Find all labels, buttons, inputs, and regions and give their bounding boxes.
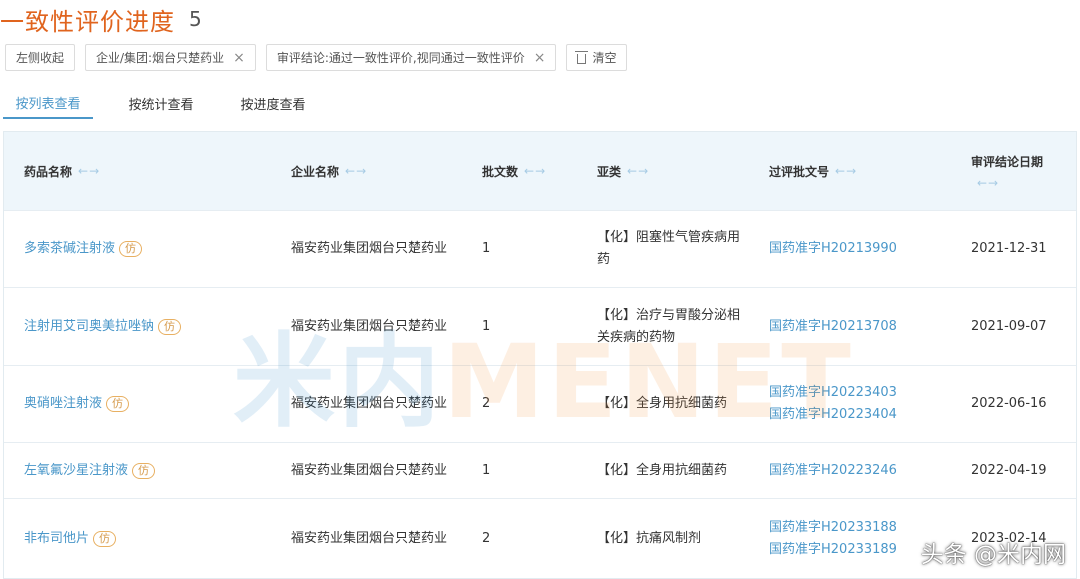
clear-filters-button[interactable]: 清空 <box>566 44 628 71</box>
table-row: 左氧氟沙星注射液 仿 福安药业集团烟台只楚药业 1 【化】全身用抗细菌药 国药准… <box>4 442 1076 498</box>
approval-number-link[interactable]: 国药准字H20223403 <box>769 382 897 404</box>
subclass-cell: 【化】阻塞性气管疾病用药 <box>597 211 747 287</box>
drug-name[interactable]: 非布司他片 <box>24 528 89 550</box>
approval-cell: 国药准字H20223246 <box>769 443 897 498</box>
drug-name[interactable]: 注射用艾司奥美拉唑钠 <box>24 316 154 338</box>
sort-arrows-icon[interactable]: ←→ <box>627 164 649 178</box>
subclass-text: 【化】治疗与胃酸分泌相关疾病的药物 <box>597 307 741 345</box>
result-count: 5 <box>189 7 202 31</box>
collapse-sidebar-label: 左侧收起 <box>16 51 65 65</box>
approval-cell: 国药准字H20223403 国药准字H20223404 <box>769 366 897 442</box>
subclass-text: 【化】抗痛风制剂 <box>597 530 702 546</box>
subclass-cell: 【化】抗痛风制剂 <box>597 499 747 578</box>
column-header-drug[interactable]: 药品名称 ←→ <box>24 132 100 210</box>
count-cell: 2 <box>482 396 491 411</box>
tab-progress-view[interactable]: 按进度查看 <box>230 87 316 119</box>
column-header-label: 企业名称 <box>291 164 340 179</box>
close-icon[interactable]: × <box>534 51 546 65</box>
sort-arrows-icon[interactable]: ←→ <box>78 164 100 178</box>
approval-number-link[interactable]: 国药准字H20223246 <box>769 460 897 482</box>
approval-cell: 国药准字H20213708 <box>769 288 897 365</box>
approval-cell: 国药准字H20213990 <box>769 211 897 287</box>
drug-name-link[interactable]: 左氧氟沙星注射液 仿 <box>24 443 156 498</box>
subclass-text: 【化】全身用抗细菌药 <box>597 462 728 478</box>
trash-icon <box>575 50 589 64</box>
subclass-text: 【化】阻塞性气管疾病用药 <box>597 230 741 267</box>
count-cell: 2 <box>482 530 491 546</box>
column-header-count[interactable]: 批文数 ←→ <box>482 132 546 210</box>
subclass-cell: 【化】全身用抗细菌药 <box>597 443 747 498</box>
subclass-cell: 【化】治疗与胃酸分泌相关疾病的药物 <box>597 288 747 365</box>
close-icon[interactable]: × <box>233 51 245 65</box>
imitation-badge: 仿 <box>106 396 130 412</box>
table-row: 多索茶碱注射液 仿 福安药业集团烟台只楚药业 1 【化】阻塞性气管疾病用药 国药… <box>4 210 1076 287</box>
sort-arrows-icon[interactable]: ←→ <box>977 176 999 190</box>
column-header-subclass[interactable]: 亚类 ←→ <box>597 132 649 210</box>
table-row: 奥硝唑注射液 仿 福安药业集团烟台只楚药业 2 【化】全身用抗细菌药 国药准字H… <box>4 365 1076 442</box>
sort-arrows-icon[interactable]: ←→ <box>345 164 367 178</box>
view-tabs: 按列表查看 按统计查看 按进度查看 <box>0 87 1080 121</box>
count-cell: 1 <box>482 241 491 256</box>
drug-name-link[interactable]: 多索茶碱注射液 仿 <box>24 211 143 287</box>
drug-name[interactable]: 多索茶碱注射液 <box>24 238 115 260</box>
column-header-label: 药品名称 <box>24 164 73 179</box>
source-credit: 头条 @米内网 <box>920 542 1066 568</box>
approval-cell: 国药准字H20233188 国药准字H20233189 <box>769 499 897 578</box>
count-cell: 1 <box>482 462 491 478</box>
filter-chip-label: 企业/集团:烟台只楚药业 <box>96 51 225 65</box>
results-table: 药品名称 ←→ 企业名称 ←→ 批文数 ←→ 亚类 ←→ 过评批文号 ←→ 审评… <box>3 131 1077 579</box>
tab-stats-view[interactable]: 按统计查看 <box>118 87 204 119</box>
drug-name-link[interactable]: 奥硝唑注射液 仿 <box>24 366 130 442</box>
drug-name-link[interactable]: 注射用艾司奥美拉唑钠 仿 <box>24 288 182 365</box>
table-header: 药品名称 ←→ 企业名称 ←→ 批文数 ←→ 亚类 ←→ 过评批文号 ←→ 审评… <box>4 132 1076 210</box>
title-row: 一致性评价进度 5 <box>0 0 202 38</box>
clear-filters-label: 清空 <box>592 51 617 65</box>
sort-arrows-icon[interactable]: ←→ <box>835 164 857 178</box>
table-row: 注射用艾司奥美拉唑钠 仿 福安药业集团烟台只楚药业 1 【化】治疗与胃酸分泌相关… <box>4 287 1076 365</box>
sort-arrows-icon[interactable]: ←→ <box>524 164 546 178</box>
imitation-badge: 仿 <box>132 462 156 479</box>
filter-chip-conclusion[interactable]: 审评结论:通过一致性评价,视同通过一致性评价 × <box>265 44 557 71</box>
column-header-label: 审评结论日期 <box>971 154 1044 169</box>
collapse-sidebar-button[interactable]: 左侧收起 <box>5 44 76 71</box>
filter-chip-label: 审评结论:通过一致性评价,视同通过一致性评价 <box>276 51 525 65</box>
approval-number-link[interactable]: 国药准字H20233189 <box>769 539 897 561</box>
drug-name-link[interactable]: 非布司他片 仿 <box>24 499 117 578</box>
column-header-label: 批文数 <box>482 164 519 179</box>
subclass-cell: 【化】全身用抗细菌药 <box>597 366 747 442</box>
date-cell: 2021-12-31 <box>971 241 1047 256</box>
company-cell: 福安药业集团烟台只楚药业 <box>291 462 448 478</box>
subclass-text: 【化】全身用抗细菌药 <box>597 396 728 411</box>
drug-name[interactable]: 左氧氟沙星注射液 <box>24 460 128 482</box>
column-header-approval[interactable]: 过评批文号 ←→ <box>769 132 857 210</box>
company-cell: 福安药业集团烟台只楚药业 <box>291 241 448 256</box>
date-cell: 2022-06-16 <box>971 396 1047 411</box>
column-header-company[interactable]: 企业名称 ←→ <box>291 132 367 210</box>
tab-list-view[interactable]: 按列表查看 <box>3 87 93 119</box>
column-header-label: 过评批文号 <box>769 164 830 179</box>
approval-number-link[interactable]: 国药准字H20223404 <box>769 404 897 426</box>
filter-chip-company[interactable]: 企业/集团:烟台只楚药业 × <box>85 44 256 71</box>
company-cell: 福安药业集团烟台只楚药业 <box>291 530 448 546</box>
column-header-date[interactable]: 审评结论日期 ←→ <box>971 132 1043 210</box>
table-row: 非布司他片 仿 福安药业集团烟台只楚药业 2 【化】抗痛风制剂 国药准字H202… <box>4 498 1076 578</box>
imitation-badge: 仿 <box>119 241 143 257</box>
imitation-badge: 仿 <box>158 318 182 335</box>
filter-bar: 左侧收起 企业/集团:烟台只楚药业 × 审评结论:通过一致性评价,视同通过一致性… <box>5 44 628 71</box>
count-cell: 1 <box>482 318 491 334</box>
column-header-label: 亚类 <box>597 164 622 179</box>
date-cell: 2021-09-07 <box>971 318 1047 334</box>
imitation-badge: 仿 <box>93 530 117 547</box>
date-cell: 2022-04-19 <box>971 462 1047 478</box>
drug-name[interactable]: 奥硝唑注射液 <box>24 393 102 415</box>
approval-number-link[interactable]: 国药准字H20233188 <box>769 517 897 539</box>
company-cell: 福安药业集团烟台只楚药业 <box>291 318 448 334</box>
approval-number-link[interactable]: 国药准字H20213990 <box>769 238 897 260</box>
page-title: 一致性评价进度 <box>0 7 175 36</box>
company-cell: 福安药业集团烟台只楚药业 <box>291 396 448 411</box>
approval-number-link[interactable]: 国药准字H20213708 <box>769 316 897 338</box>
